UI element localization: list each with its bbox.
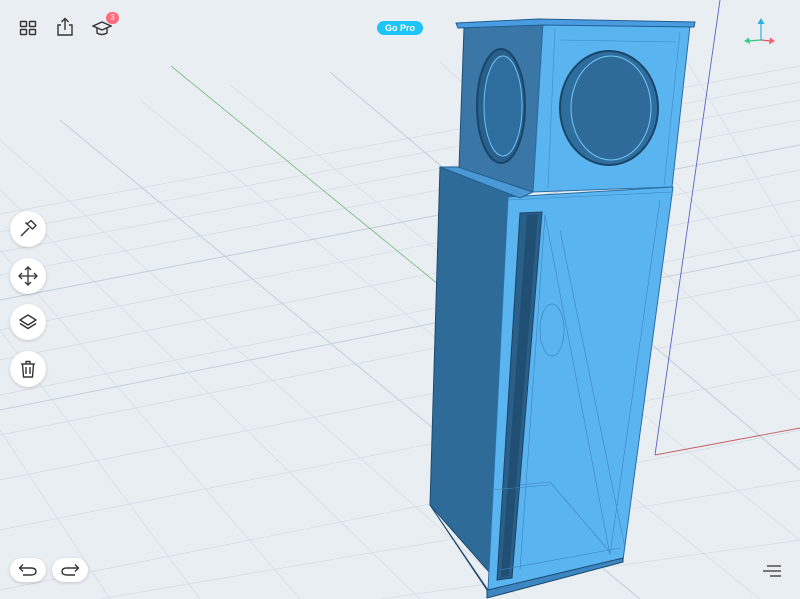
- layers-button[interactable]: [10, 304, 46, 340]
- menu-lines-icon: [763, 565, 781, 577]
- grid-icon: [19, 20, 37, 36]
- axes-gizmo-icon[interactable]: [742, 16, 778, 48]
- move-tool-button[interactable]: [10, 258, 46, 294]
- redo-icon: [61, 564, 80, 576]
- move-arrows-icon: [18, 266, 38, 286]
- undo-button[interactable]: [10, 558, 46, 582]
- trash-icon: [21, 360, 35, 378]
- redo-button[interactable]: [52, 558, 88, 582]
- menu-button[interactable]: [759, 558, 785, 584]
- go-pro-button[interactable]: Go Pro: [377, 21, 423, 35]
- share-icon: [57, 17, 73, 36]
- build-tool-button[interactable]: [10, 211, 46, 247]
- delete-button[interactable]: [10, 351, 46, 387]
- grid-view-button[interactable]: [15, 15, 41, 41]
- 3d-viewport[interactable]: [0, 0, 800, 599]
- learn-button[interactable]: 3: [89, 12, 119, 41]
- undo-icon: [18, 564, 37, 576]
- share-button[interactable]: [52, 14, 78, 40]
- hammer-icon: [20, 219, 37, 237]
- layers-icon: [19, 314, 37, 330]
- notification-badge: 3: [106, 12, 119, 24]
